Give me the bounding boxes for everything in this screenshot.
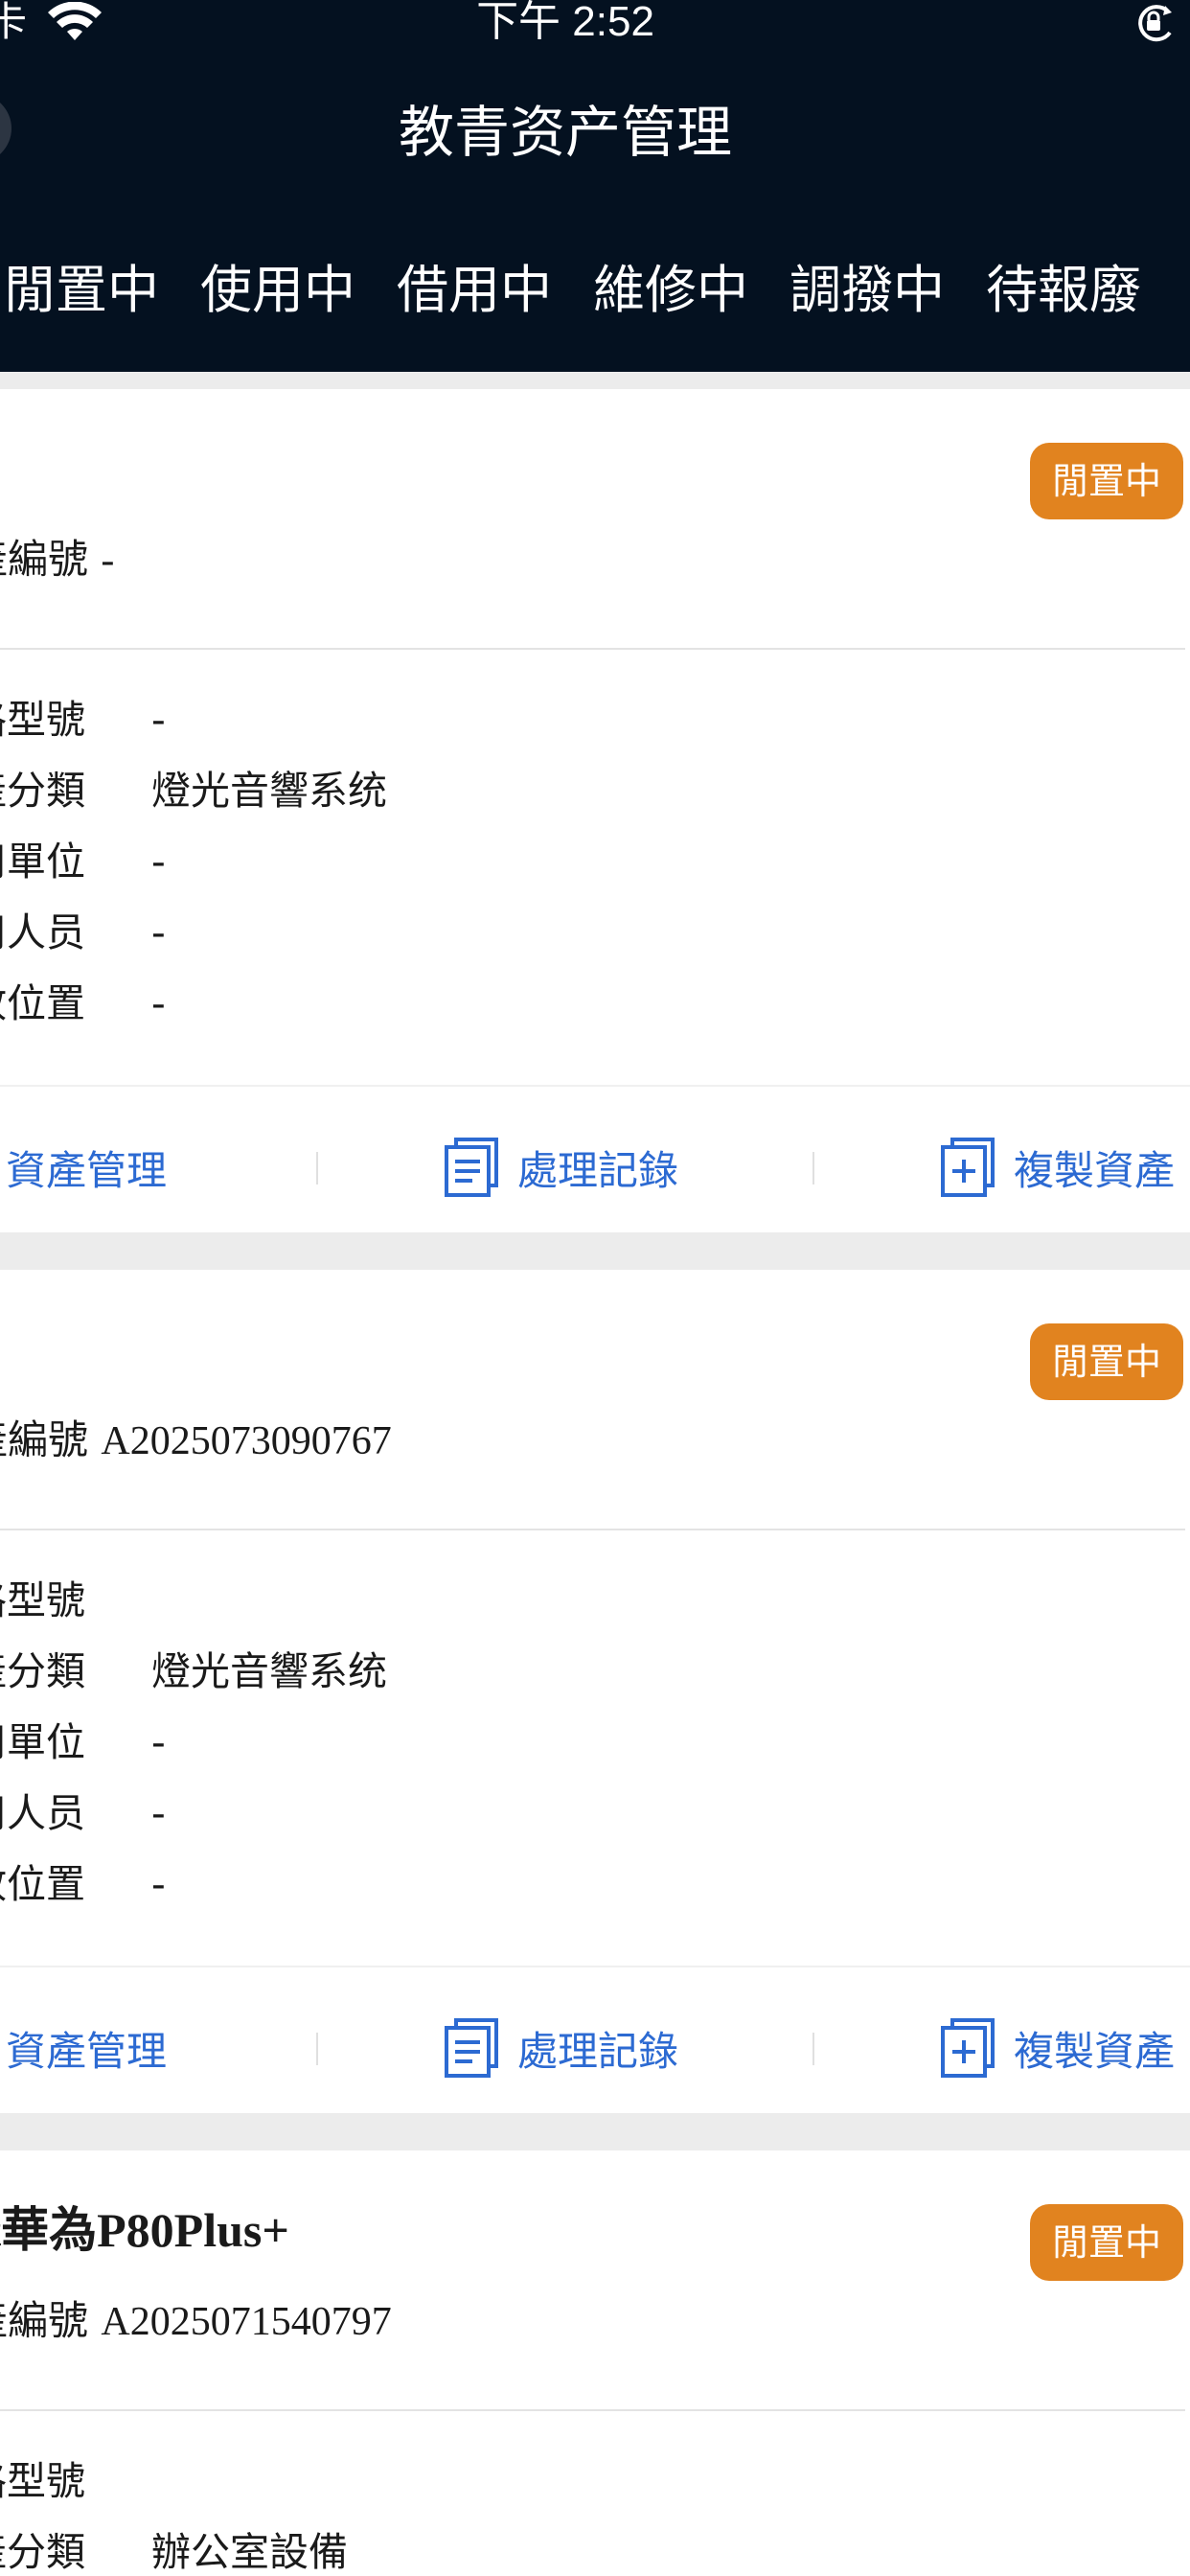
field-user: 用人员 - <box>0 904 387 975</box>
field-spec-model: 格型號 <box>0 2452 348 2523</box>
field-value: - <box>151 839 166 885</box>
asset-card[interactable]: 閒置中 產編號 - 格型號- 產分類燈光音響系统 用單位- 用人员- 放位置- … <box>0 389 1190 1232</box>
tab-repair[interactable]: 維修中 <box>593 257 748 324</box>
status-badge: 閒置中 <box>1030 2204 1183 2281</box>
field-label: 格型號 <box>0 2458 85 2504</box>
field-category: 產分類 辦公室設備 <box>0 2523 348 2576</box>
asset-code-label: 產編號 <box>0 536 89 583</box>
copy-label: 複製資產 <box>1014 2027 1176 2075</box>
records-button[interactable]: 處理記錄 <box>443 1129 678 1206</box>
field-value: - <box>151 909 166 955</box>
field-value: - <box>151 1790 166 1836</box>
asset-code-line: 產編號 A2025073090767 <box>0 1412 392 1470</box>
field-unit: 用單位 - <box>0 833 387 904</box>
asset-code-value: A2025071540797 <box>101 2300 392 2344</box>
field-category: 產分類 燈光音響系统 <box>0 1643 387 1714</box>
field-location: 放位置 - <box>0 1855 387 1926</box>
asset-fields: 格型號 - 產分類 燈光音響系统 用單位 - 用人员 - 放位置 - <box>0 691 387 1046</box>
status-time: 下午 2:52 <box>476 0 654 45</box>
manage-asset-button[interactable]: 資產管理 <box>0 2010 167 2086</box>
status-badge: 閒置中 <box>1030 1323 1183 1400</box>
tab-idle[interactable]: 閒置中 <box>4 257 159 324</box>
copy-asset-button[interactable]: 複製資產 <box>939 1129 1175 1206</box>
field-label: 用單位 <box>0 1719 85 1765</box>
manage-label: 資產管理 <box>6 2027 168 2075</box>
status-bar: 卡 下午 2:52 <box>0 0 1190 48</box>
document-icon <box>445 2018 498 2078</box>
orientation-lock-icon <box>1133 4 1176 46</box>
field-label: 產分類 <box>0 2529 85 2575</box>
divider <box>0 1529 1185 1530</box>
manage-label: 資產管理 <box>6 1146 168 1194</box>
field-label: 放位置 <box>0 980 85 1026</box>
field-value: - <box>151 1861 166 1907</box>
field-category: 產分類 燈光音響系统 <box>0 762 387 833</box>
field-unit: 用單位 - <box>0 1714 387 1784</box>
field-user: 用人员 - <box>0 1784 387 1855</box>
copy-asset-button[interactable]: 複製資產 <box>939 2010 1175 2086</box>
action-separator <box>316 1152 318 1184</box>
document-icon <box>445 1138 498 1197</box>
manage-asset-button[interactable]: 資產管理 <box>0 1129 167 1206</box>
asset-card[interactable]: st華為P80Plus+ 閒置中 產編號 A2025071540797 格型號 … <box>0 2150 1190 2576</box>
records-label: 處理記錄 <box>517 1146 679 1194</box>
divider <box>0 1966 1190 1967</box>
copy-add-icon <box>941 2018 995 2078</box>
asset-card[interactable]: 閒置中 產編號 A2025073090767 格型號 產分類 燈光音響系统 用單位… <box>0 1270 1190 2113</box>
copy-add-icon <box>941 1138 995 1197</box>
field-label: 產分類 <box>0 1648 85 1694</box>
asset-code-label: 產編號 <box>0 2297 89 2344</box>
records-label: 處理記錄 <box>517 2027 679 2075</box>
field-label: 用人员 <box>0 909 85 955</box>
app-header: 卡 下午 2:52 教青资产管理 閒置中 使用中 借用中 維修中 調撥中 待報廢 <box>0 0 1190 372</box>
field-label: 格型號 <box>0 1577 85 1623</box>
field-value: - <box>151 1719 166 1765</box>
field-value: - <box>151 697 166 743</box>
field-value: - <box>151 980 166 1026</box>
field-spec-model: 格型號 - <box>0 691 387 762</box>
field-label: 用人员 <box>0 1790 85 1836</box>
page-title: 教青资产管理 <box>398 100 732 165</box>
asset-code-value: A2025073090767 <box>101 1419 392 1463</box>
asset-code-line: 產編號 - <box>0 531 114 589</box>
action-row: 資產管理 處理記錄 複製資產 <box>0 2010 1190 2086</box>
divider <box>0 1085 1190 1087</box>
field-label: 產分類 <box>0 768 85 814</box>
field-spec-model: 格型號 <box>0 1572 387 1643</box>
copy-label: 複製資產 <box>1014 1146 1176 1194</box>
action-separator <box>316 2033 318 2065</box>
tab-pending-scrap[interactable]: 待報廢 <box>986 257 1141 324</box>
action-separator <box>812 1152 814 1184</box>
tab-borrowed[interactable]: 借用中 <box>397 257 552 324</box>
asset-fields: 格型號 產分類 燈光音響系统 用單位 - 用人员 - 放位置 - <box>0 1572 387 1926</box>
field-location: 放位置 - <box>0 975 387 1046</box>
status-badge: 閒置中 <box>1030 443 1183 519</box>
divider <box>0 648 1185 650</box>
asset-code-value: - <box>101 539 115 583</box>
field-value: 燈光音響系统 <box>151 1648 387 1694</box>
asset-fields: 格型號 產分類 辦公室設備 <box>0 2452 348 2576</box>
field-label: 放位置 <box>0 1861 85 1907</box>
status-tabs: 閒置中 使用中 借用中 維修中 調撥中 待報廢 <box>4 257 1182 324</box>
asset-code-label: 產編號 <box>0 1416 89 1463</box>
tab-transfer[interactable]: 調撥中 <box>790 257 945 324</box>
asset-code-line: 產編號 A2025071540797 <box>0 2292 392 2351</box>
tab-in-use[interactable]: 使用中 <box>200 257 355 324</box>
records-button[interactable]: 處理記錄 <box>443 2010 678 2086</box>
action-separator <box>812 2033 814 2065</box>
field-label: 格型號 <box>0 697 85 743</box>
asset-name: st華為P80Plus+ <box>0 2203 289 2257</box>
divider <box>0 2409 1185 2411</box>
action-row: 資產管理 處理記錄 複製資產 <box>0 1129 1190 1206</box>
field-value: 燈光音響系统 <box>151 768 387 814</box>
field-value: 辦公室設備 <box>151 2529 348 2575</box>
field-label: 用單位 <box>0 839 85 885</box>
